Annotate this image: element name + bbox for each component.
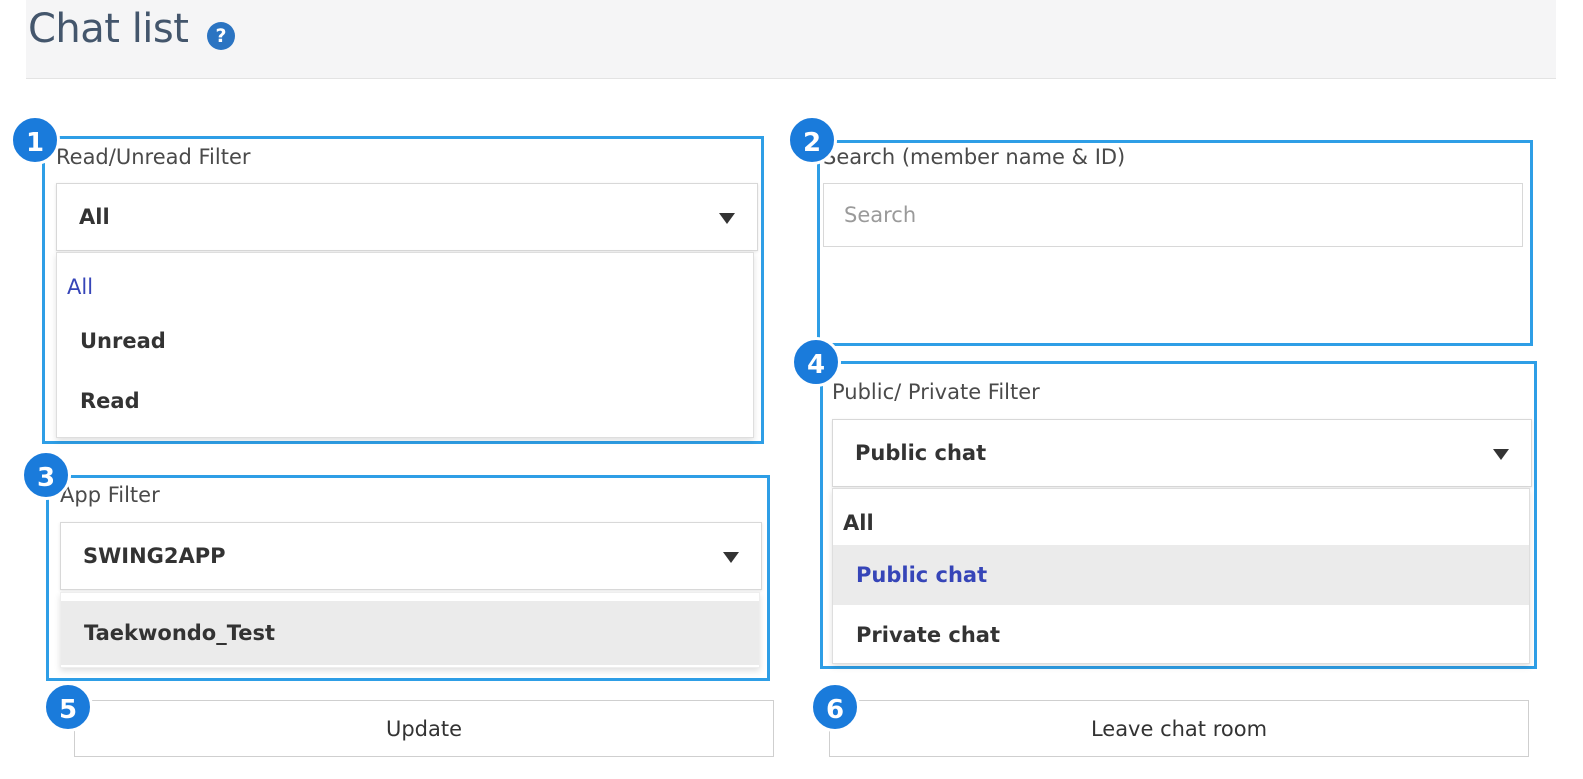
badge-6: 6	[810, 682, 860, 732]
dropdown-arrow-icon	[1493, 449, 1509, 460]
option-label: All	[67, 275, 94, 299]
dropdown-option[interactable]: Unread	[57, 315, 753, 367]
page-title: Chat list	[28, 6, 189, 52]
badge-5: 5	[43, 682, 93, 732]
dropdown-arrow-icon	[723, 552, 739, 563]
option-label: Private chat	[856, 623, 1001, 647]
read-filter-label: Read/Unread Filter	[56, 145, 251, 169]
badge-3: 3	[21, 450, 71, 500]
dropdown-option[interactable]: Taekwondo_Test	[61, 601, 759, 665]
option-label: Public chat	[856, 563, 988, 587]
dropdown-arrow-icon	[719, 213, 735, 224]
option-label: Unread	[80, 329, 166, 353]
dropdown-option[interactable]: All	[833, 497, 1529, 549]
help-icon[interactable]: ?	[207, 22, 235, 50]
read-filter-selected-value: All	[79, 205, 110, 229]
app-filter-select[interactable]: SWING2APP	[60, 522, 762, 590]
read-filter-dropdown: All Unread Read	[56, 252, 754, 438]
app-filter-dropdown: Taekwondo_Test	[60, 592, 760, 668]
search-label: Search (member name & ID)	[823, 145, 1126, 169]
option-label: Taekwondo_Test	[84, 621, 276, 645]
badge-1: 1	[10, 115, 60, 165]
privacy-filter-label: Public/ Private Filter	[832, 380, 1040, 404]
privacy-filter-select[interactable]: Public chat	[832, 419, 1532, 487]
dropdown-option[interactable]: All	[57, 261, 753, 313]
option-label: All	[843, 511, 874, 535]
leave-chat-room-button[interactable]: Leave chat room	[829, 700, 1529, 757]
app-filter-selected-value: SWING2APP	[83, 544, 226, 568]
option-label: Read	[80, 389, 140, 413]
badge-2: 2	[787, 115, 837, 165]
privacy-filter-dropdown: All Public chat Private chat	[832, 488, 1530, 664]
dropdown-option[interactable]: Private chat	[833, 607, 1529, 663]
update-button[interactable]: Update	[74, 700, 774, 757]
badge-4: 4	[791, 337, 841, 387]
read-filter-select[interactable]: All	[56, 183, 758, 251]
page-header: Chat list ?	[26, 0, 1556, 79]
search-input[interactable]	[823, 183, 1523, 247]
dropdown-option[interactable]: Public chat	[833, 545, 1529, 605]
app-filter-label: App Filter	[60, 483, 160, 507]
dropdown-option[interactable]: Read	[57, 375, 753, 427]
privacy-filter-selected-value: Public chat	[855, 441, 987, 465]
